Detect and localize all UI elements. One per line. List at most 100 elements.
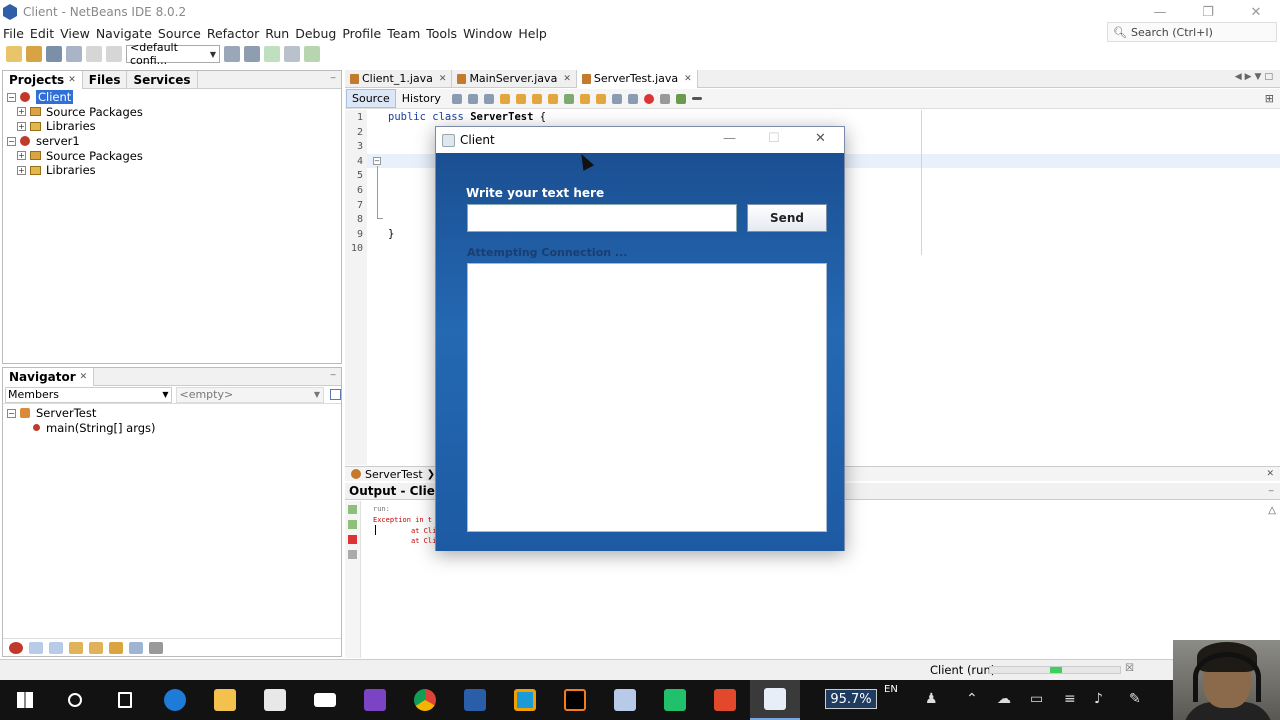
redo-icon[interactable] — [106, 46, 122, 62]
tree-item-libraries[interactable]: + Libraries — [3, 119, 341, 134]
onedrive-icon[interactable]: ☁ — [997, 691, 1011, 707]
members-select[interactable]: Members ▼ — [5, 386, 173, 403]
close-icon[interactable]: ✕ — [439, 74, 447, 84]
menu-navigate[interactable]: Navigate — [93, 26, 155, 41]
start-macro-icon[interactable] — [643, 93, 654, 104]
intellij-taskbar-button[interactable] — [550, 680, 600, 720]
menu-help[interactable]: Help — [515, 26, 550, 41]
send-button[interactable]: Send — [747, 204, 827, 232]
chrome-taskbar-button[interactable] — [400, 680, 450, 720]
volume-icon[interactable]: ♪ — [1094, 691, 1103, 707]
java-taskbar-button[interactable] — [750, 680, 800, 720]
powershell-taskbar-button[interactable] — [450, 680, 500, 720]
toggle-highlight-icon[interactable] — [563, 93, 574, 104]
tree-item-source-packages[interactable]: + Source Packages — [3, 105, 341, 120]
start-button[interactable] — [0, 680, 50, 720]
tab-projects[interactable]: Projects ✕ — [3, 70, 83, 89]
collapse-icon[interactable]: − — [7, 136, 16, 146]
tab-navigator[interactable]: Navigator ✕ — [3, 367, 95, 386]
pen-icon[interactable]: ✎ — [1129, 691, 1141, 707]
sort-icon[interactable] — [109, 641, 123, 654]
tab-files[interactable]: Files — [83, 70, 128, 89]
chat-history-area[interactable] — [467, 263, 827, 532]
search-input[interactable]: 🔍︎ Search (Ctrl+I) — [1107, 22, 1277, 42]
zoom-indicator[interactable]: 95.7% — [825, 689, 877, 709]
new-project-icon[interactable] — [26, 46, 42, 62]
sort-name-icon[interactable] — [129, 641, 143, 654]
navigator-options-icon[interactable] — [330, 389, 341, 400]
menu-tools[interactable]: Tools — [423, 26, 460, 41]
undo-icon[interactable] — [86, 46, 102, 62]
collapse-icon[interactable]: − — [7, 92, 16, 102]
close-icon[interactable]: ✕ — [68, 75, 76, 85]
save-all-icon[interactable] — [66, 46, 82, 62]
scroll-up-icon[interactable]: △ — [1268, 505, 1276, 516]
tab-services[interactable]: Services — [127, 70, 198, 89]
tree-item-libraries[interactable]: + Libraries — [3, 163, 341, 178]
debug-icon[interactable] — [284, 46, 300, 62]
close-button[interactable]: ✕ — [1232, 0, 1280, 24]
private-icon[interactable] — [69, 641, 83, 654]
close-icon[interactable]: ✕ — [1266, 469, 1274, 479]
run-status[interactable]: Client (run) — [930, 663, 995, 677]
language-indicator[interactable]: EN — [884, 684, 898, 695]
expand-icon[interactable]: + — [17, 121, 26, 131]
profile-icon[interactable] — [304, 46, 320, 62]
menu-refactor[interactable]: Refactor — [204, 26, 262, 41]
history-button[interactable]: History — [397, 90, 446, 107]
close-icon[interactable]: ✕ — [684, 74, 692, 84]
close-icon[interactable]: ✕ — [563, 74, 571, 84]
mail-taskbar-button[interactable] — [300, 680, 350, 720]
tab-servertest-java[interactable]: ServerTest.java ✕ — [576, 69, 698, 88]
restore-button[interactable]: ❐ — [1184, 0, 1232, 24]
navigator-class-item[interactable]: − ServerTest — [3, 406, 341, 421]
last-edit-icon[interactable] — [451, 93, 462, 104]
find-previous-icon[interactable] — [515, 93, 526, 104]
rerun-with-params-icon[interactable] — [348, 520, 357, 529]
filter-select[interactable]: <empty> ▼ — [176, 386, 325, 403]
minimize-panel-icon[interactable]: ‒ — [330, 370, 336, 380]
fold-collapse-icon[interactable]: − — [373, 157, 381, 165]
new-file-icon[interactable] — [6, 46, 22, 62]
expand-icon[interactable]: + — [17, 107, 26, 117]
fields-icon[interactable] — [29, 641, 43, 654]
run-icon[interactable] — [264, 46, 280, 62]
previous-bookmark-icon[interactable] — [579, 93, 590, 104]
chevron-up-icon[interactable]: ⌃ — [966, 691, 978, 707]
close-button[interactable]: ✕ — [815, 131, 826, 146]
build-icon[interactable] — [224, 46, 240, 62]
static-icon[interactable] — [49, 641, 63, 654]
edge-taskbar-button[interactable] — [150, 680, 200, 720]
filter-icon[interactable] — [9, 641, 23, 654]
app-taskbar-button[interactable] — [500, 680, 550, 720]
minimize-button[interactable]: — — [1136, 0, 1184, 24]
tab-mainserver-java[interactable]: MainServer.java ✕ — [452, 69, 577, 88]
tab-client-1-java[interactable]: Client_1.java ✕ — [345, 69, 453, 88]
search-taskbar-button[interactable] — [50, 680, 100, 720]
menu-debug[interactable]: Debug — [292, 26, 339, 41]
menu-file[interactable]: File — [0, 26, 27, 41]
virtualbox-taskbar-button[interactable] — [600, 680, 650, 720]
people-icon[interactable]: ♟ — [925, 691, 938, 707]
wifi-icon[interactable]: ≡ — [1064, 691, 1076, 707]
clion-taskbar-button[interactable] — [650, 680, 700, 720]
tree-item-server1[interactable]: − server1 — [3, 134, 341, 149]
uncomment-icon[interactable] — [691, 97, 702, 100]
minimize-panel-icon[interactable]: ‒ — [1268, 486, 1274, 496]
app2-taskbar-button[interactable] — [700, 680, 750, 720]
menu-profile[interactable]: Profile — [339, 26, 384, 41]
menu-source[interactable]: Source — [155, 26, 204, 41]
stop-macro-icon[interactable] — [659, 93, 670, 104]
source-button[interactable]: Source — [346, 89, 396, 108]
navigator-method-item[interactable]: main(String[] args) — [3, 421, 341, 436]
collapse-icon[interactable]: − — [7, 408, 16, 418]
forward-icon[interactable] — [483, 93, 494, 104]
find-next-icon[interactable] — [531, 93, 542, 104]
tree-item-client[interactable]: − Client — [3, 90, 341, 105]
back-icon[interactable] — [467, 93, 478, 104]
inherited-icon[interactable] — [89, 641, 103, 654]
maximize-button[interactable]: ☐ — [768, 131, 780, 146]
explorer-taskbar-button[interactable] — [200, 680, 250, 720]
clean-build-icon[interactable] — [244, 46, 260, 62]
visual-studio-taskbar-button[interactable] — [350, 680, 400, 720]
